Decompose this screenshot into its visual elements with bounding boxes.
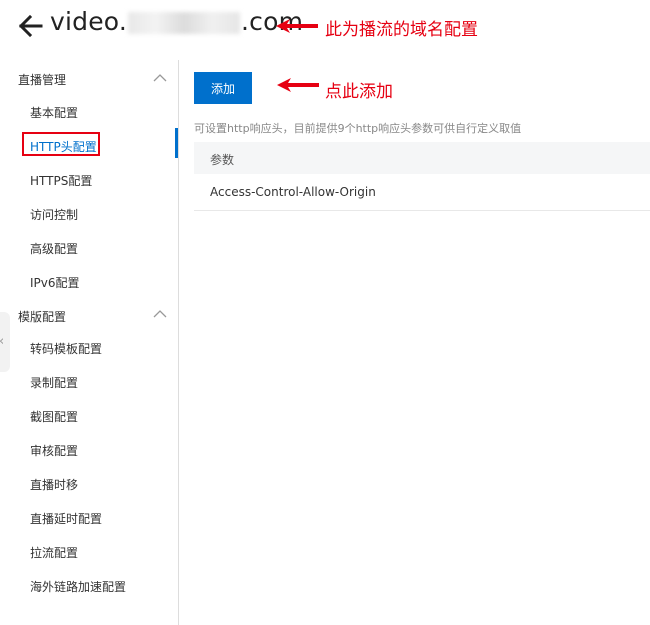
group-title-live[interactable]: 直播管理 [18,71,66,88]
back-arrow-icon[interactable] [16,12,44,40]
column-header-param: 参数 [210,153,235,167]
sidebar-item-record-config[interactable]: 录制配置 [30,374,78,391]
sidebar-item-overseas-acceleration[interactable]: 海外链路加速配置 [30,578,126,595]
sidebar-item-transcode-template[interactable]: 转码模板配置 [30,340,102,357]
group-title-template[interactable]: 模版配置 [18,308,66,325]
chevron-left-icon: ‹ [0,334,4,349]
sidebar-item-http-header-config[interactable]: HTTP头配置 [30,138,97,155]
sidebar-item-time-shift[interactable]: 直播时移 [30,476,78,493]
add-button[interactable]: 添加 [194,72,252,104]
sidebar-item-advanced-config[interactable]: 高级配置 [30,240,78,257]
chevron-up-icon[interactable] [152,308,168,318]
annotation-arrow-icon [276,19,318,33]
page-header: video. .com 此为播流的域名配置 [0,0,650,55]
sidebar-item-basic-config[interactable]: 基本配置 [30,104,78,121]
sidebar-collapse-handle[interactable]: ‹ [0,312,10,372]
domain-prefix: video. [50,7,127,36]
http-header-table: 参数 Access-Control-Allow-Origin [194,142,650,211]
help-text: 可设置http响应头，目前提供9个http响应头参数可供自行定义取值 [194,122,522,135]
sidebar-item-access-control[interactable]: 访问控制 [30,206,78,223]
annotation-arrow-icon [277,78,319,92]
sidebar: 直播管理 基本配置 HTTP头配置 HTTPS配置 访问控制 高级配置 IPv6… [0,60,179,625]
domain-annotation: 此为播流的域名配置 [325,20,478,40]
sidebar-item-ipv6-config[interactable]: IPv6配置 [30,274,80,291]
param-name: Access-Control-Allow-Origin [210,185,376,199]
active-indicator [175,128,178,158]
table-header: 参数 [194,142,650,174]
add-annotation: 点此添加 [325,82,393,102]
domain-title: video. .com [50,7,303,36]
table-row: Access-Control-Allow-Origin [194,174,650,211]
redacted-domain-part [128,12,240,34]
sidebar-item-snapshot-config[interactable]: 截图配置 [30,408,78,425]
sidebar-item-review-config[interactable]: 审核配置 [30,442,78,459]
sidebar-item-https-config[interactable]: HTTPS配置 [30,172,92,189]
sidebar-item-pull-config[interactable]: 拉流配置 [30,544,78,561]
sidebar-item-delay-config[interactable]: 直播延时配置 [30,510,102,527]
chevron-up-icon[interactable] [152,72,168,82]
